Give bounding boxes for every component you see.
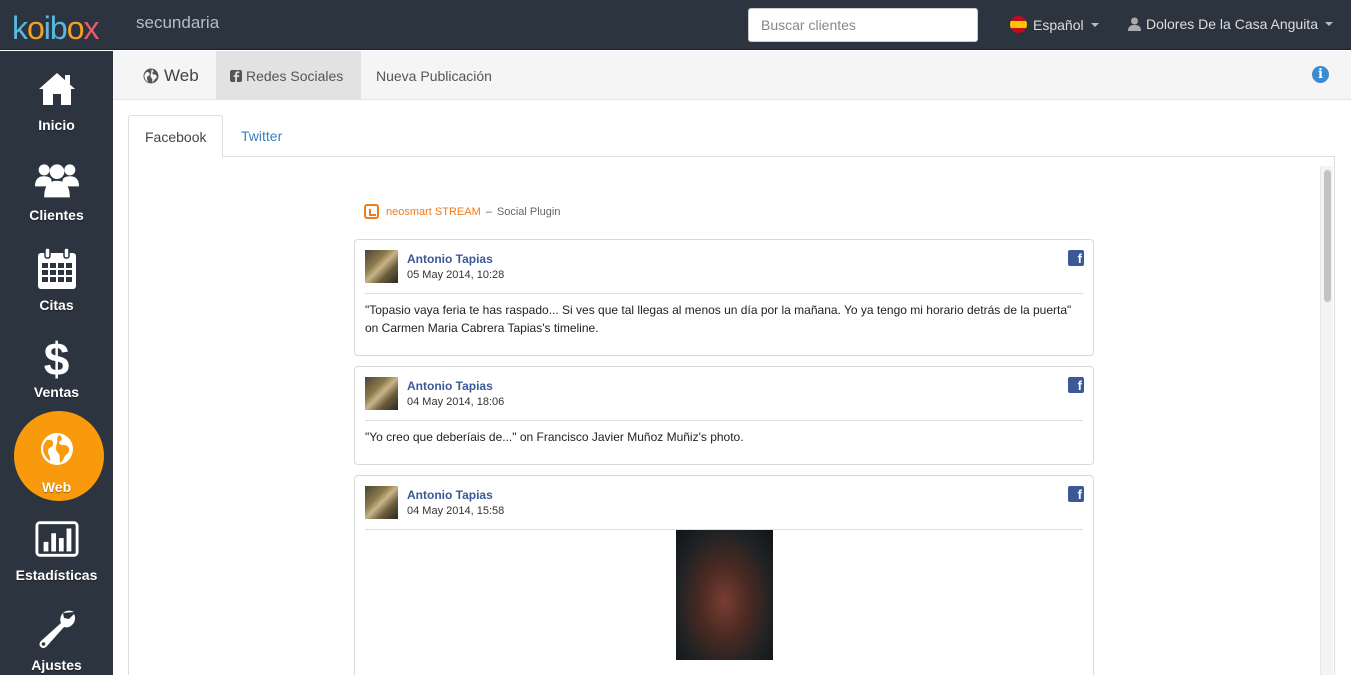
post-date: 04 May 2014, 15:58 xyxy=(407,505,505,517)
caret-down-icon xyxy=(1325,22,1333,26)
calendar-icon xyxy=(35,247,79,291)
sidebar-item-label: Ventas xyxy=(33,384,80,400)
sidebar-item-label: Ajustes xyxy=(31,657,82,673)
section-title-label: Web xyxy=(164,65,199,85)
info-icon[interactable]: i xyxy=(1312,66,1329,83)
users-icon xyxy=(34,157,79,201)
post-text: "Yo creo que deberíais de..." on Francis… xyxy=(365,430,744,444)
language-dropdown[interactable]: Español xyxy=(1010,16,1099,33)
sidebar-item-label: Citas xyxy=(39,297,74,313)
shop-name: secundaria xyxy=(136,13,220,32)
plugin-header: neosmart STREAM – Social Plugin xyxy=(364,204,560,219)
network-tabs: Facebook Twitter xyxy=(128,115,1335,158)
post-date: 05 May 2014, 10:28 xyxy=(407,269,505,281)
avatar[interactable] xyxy=(365,377,398,410)
stream-post: Antonio Tapias 04 May 2014, 15:58 f xyxy=(354,475,1094,675)
post-author[interactable]: Antonio Tapias xyxy=(407,488,493,502)
koibox-logo-icon: koibox xyxy=(12,10,101,44)
neosmart-logo-icon xyxy=(364,204,379,219)
scrollbar-thumb[interactable] xyxy=(1324,170,1331,302)
post-date: 04 May 2014, 18:06 xyxy=(407,396,505,408)
user-menu[interactable]: Dolores De la Casa Anguita xyxy=(1128,16,1333,32)
dollar-icon: $ xyxy=(43,333,70,385)
sidebar: Inicio Clientes Citas $ Ventas Web Estad… xyxy=(0,51,113,675)
globe-icon xyxy=(35,427,79,471)
sidebar-item-citas[interactable]: Citas xyxy=(0,231,113,321)
facebook-icon[interactable]: f xyxy=(1068,486,1084,502)
post-divider xyxy=(365,420,1083,421)
tab-nueva-publicacion[interactable]: Nueva Publicación xyxy=(376,51,492,100)
spain-flag-icon xyxy=(1010,16,1027,33)
tab-redes-sociales[interactable]: Redes Sociales xyxy=(216,51,361,100)
section-header: Web Redes Sociales Nueva Publicación i xyxy=(113,51,1351,100)
sidebar-item-ajustes[interactable]: Ajustes xyxy=(0,591,113,675)
tab-label: Redes Sociales xyxy=(246,67,344,84)
stream-post: Antonio Tapias 04 May 2014, 18:06 f "Yo … xyxy=(354,366,1094,465)
user-name: Dolores De la Casa Anguita xyxy=(1146,16,1318,32)
post-author[interactable]: Antonio Tapias xyxy=(407,379,493,393)
facebook-icon[interactable]: f xyxy=(1068,377,1084,393)
sidebar-item-web[interactable]: Web xyxy=(0,411,113,502)
top-bar: koibox koibox secundaria Español Dolores… xyxy=(0,0,1351,50)
svg-text:koibox: koibox xyxy=(12,10,100,44)
facebook-icon xyxy=(230,69,242,82)
sidebar-item-ventas[interactable]: $ Ventas xyxy=(0,321,113,411)
sidebar-item-label: Web xyxy=(41,479,72,495)
tab-twitter[interactable]: Twitter xyxy=(225,115,298,157)
tab-label: Nueva Publicación xyxy=(376,67,492,84)
facebook-icon[interactable]: f xyxy=(1068,250,1084,266)
language-label: Español xyxy=(1033,16,1084,33)
sidebar-item-estadisticas[interactable]: Estadísticas xyxy=(0,501,113,591)
section-title[interactable]: Web xyxy=(143,51,199,100)
sidebar-item-label: Estadísticas xyxy=(15,567,98,583)
post-text: "Topasio vaya feria te has raspado... Si… xyxy=(365,303,1072,335)
globe-icon xyxy=(143,68,159,83)
sidebar-item-label: Inicio xyxy=(38,117,75,133)
post-divider xyxy=(365,293,1083,294)
plugin-subtitle: Social Plugin xyxy=(496,205,561,218)
scrollbar[interactable] xyxy=(1320,166,1333,675)
home-icon xyxy=(35,67,79,111)
search-input[interactable] xyxy=(748,8,978,42)
post-author[interactable]: Antonio Tapias xyxy=(407,252,493,266)
sidebar-item-clientes[interactable]: Clientes xyxy=(0,141,113,231)
avatar[interactable] xyxy=(365,486,398,519)
post-photo[interactable] xyxy=(676,530,773,660)
wrench-icon xyxy=(35,607,79,651)
plugin-separator: – xyxy=(485,205,492,218)
bar-chart-icon xyxy=(34,517,79,561)
sidebar-item-label: Clientes xyxy=(29,207,84,223)
stream-post: Antonio Tapias 05 May 2014, 10:28 f "Top… xyxy=(354,239,1094,356)
user-icon xyxy=(1128,17,1141,31)
plugin-brand[interactable]: neosmart STREAM xyxy=(386,206,481,218)
app-logo[interactable]: koibox koibox xyxy=(12,8,104,44)
sidebar-item-inicio[interactable]: Inicio xyxy=(0,51,113,141)
caret-down-icon xyxy=(1090,22,1099,27)
avatar[interactable] xyxy=(365,250,398,283)
tab-facebook[interactable]: Facebook xyxy=(128,115,224,158)
